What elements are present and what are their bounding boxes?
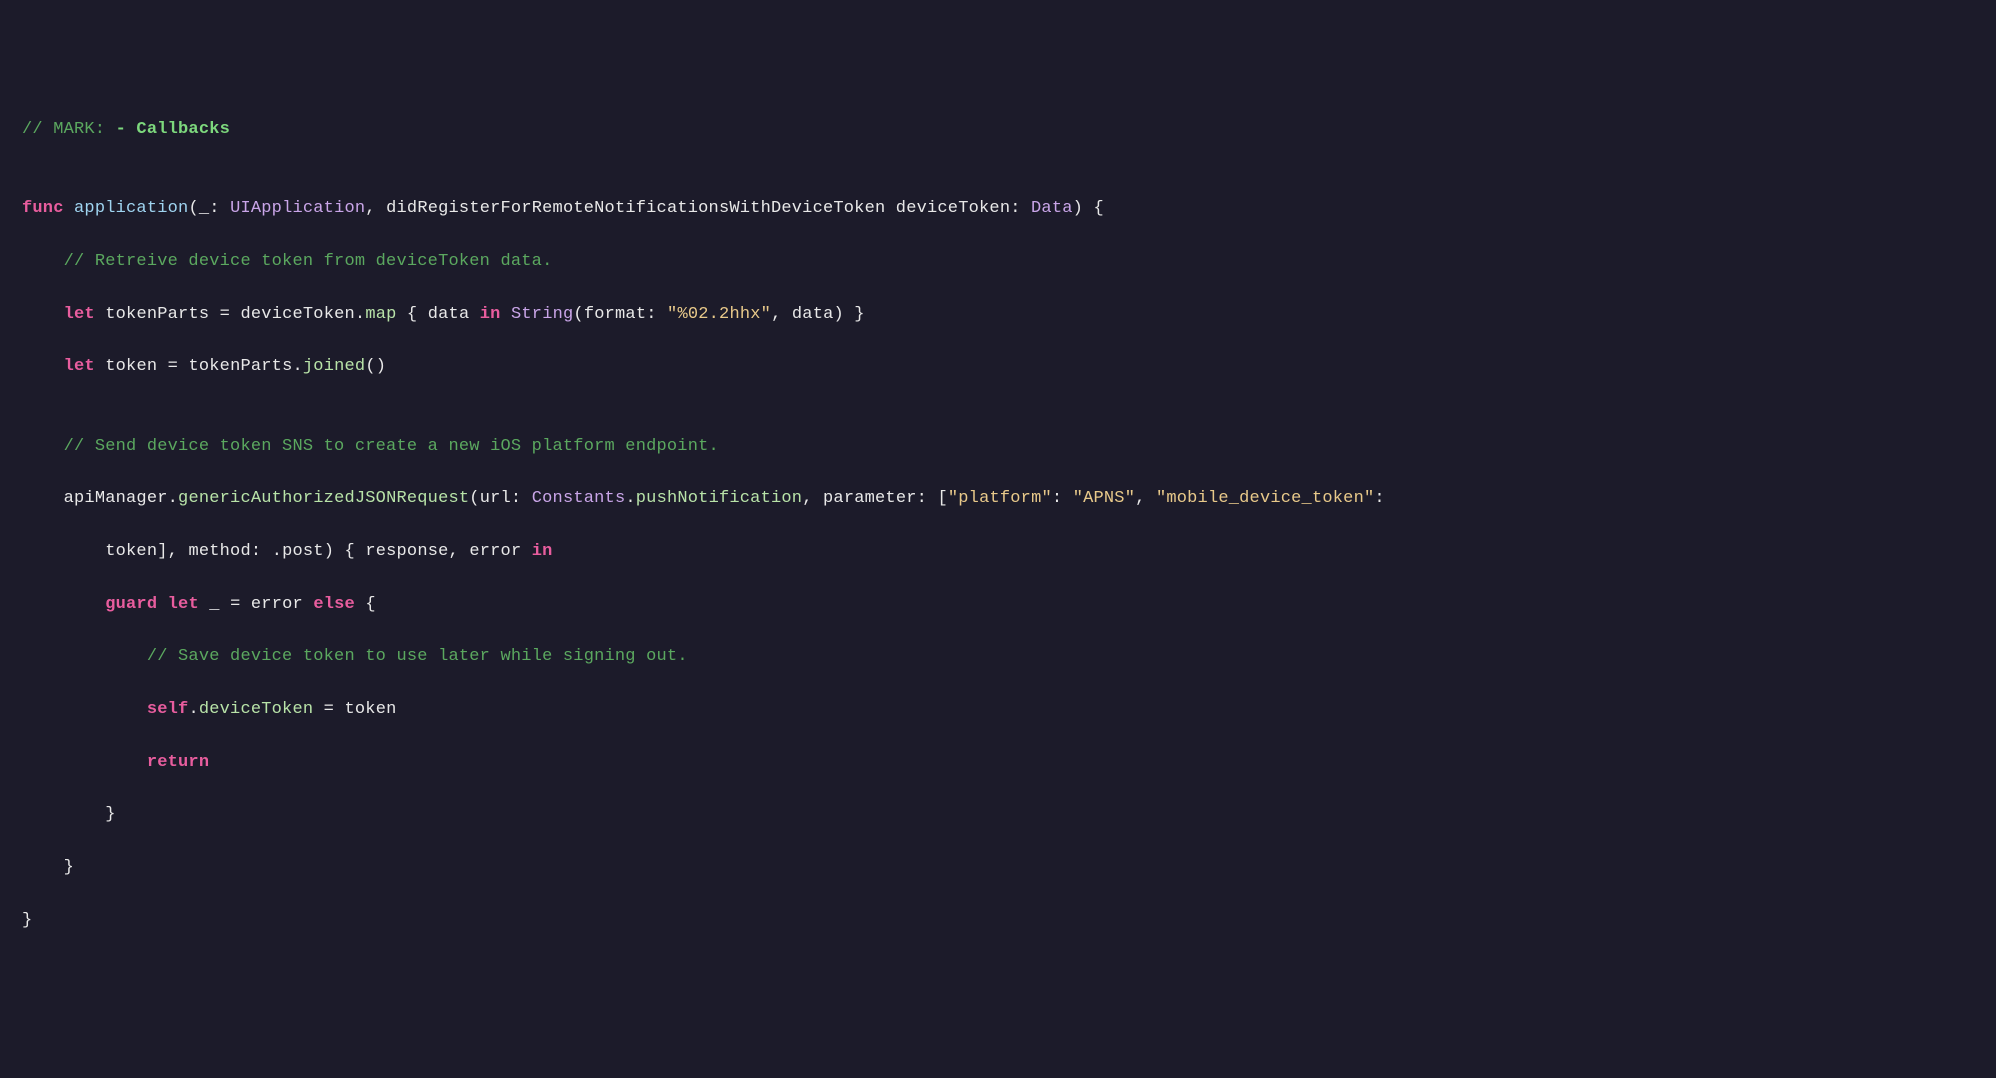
code-line-15: } bbox=[22, 802, 1974, 828]
code-line-17: } bbox=[22, 908, 1974, 934]
code-line-1: // MARK: - Callbacks bbox=[22, 117, 1974, 143]
code-line-11: guard let _ = error else { bbox=[22, 592, 1974, 618]
code-line-6: let token = tokenParts.joined() bbox=[22, 354, 1974, 380]
code-line-10: token], method: .post) { response, error… bbox=[22, 539, 1974, 565]
code-editor[interactable]: // MARK: - Callbacks func application(_:… bbox=[22, 117, 1974, 934]
code-line-8: // Send device token SNS to create a new… bbox=[22, 434, 1974, 460]
code-line-14: return bbox=[22, 750, 1974, 776]
code-line-16: } bbox=[22, 855, 1974, 881]
code-line-13: self.deviceToken = token bbox=[22, 697, 1974, 723]
code-line-3: func application(_: UIApplication, didRe… bbox=[22, 196, 1974, 222]
code-line-4: // Retreive device token from deviceToke… bbox=[22, 249, 1974, 275]
code-line-5: let tokenParts = deviceToken.map { data … bbox=[22, 302, 1974, 328]
code-line-12: // Save device token to use later while … bbox=[22, 644, 1974, 670]
code-line-9: apiManager.genericAuthorizedJSONRequest(… bbox=[22, 486, 1974, 512]
